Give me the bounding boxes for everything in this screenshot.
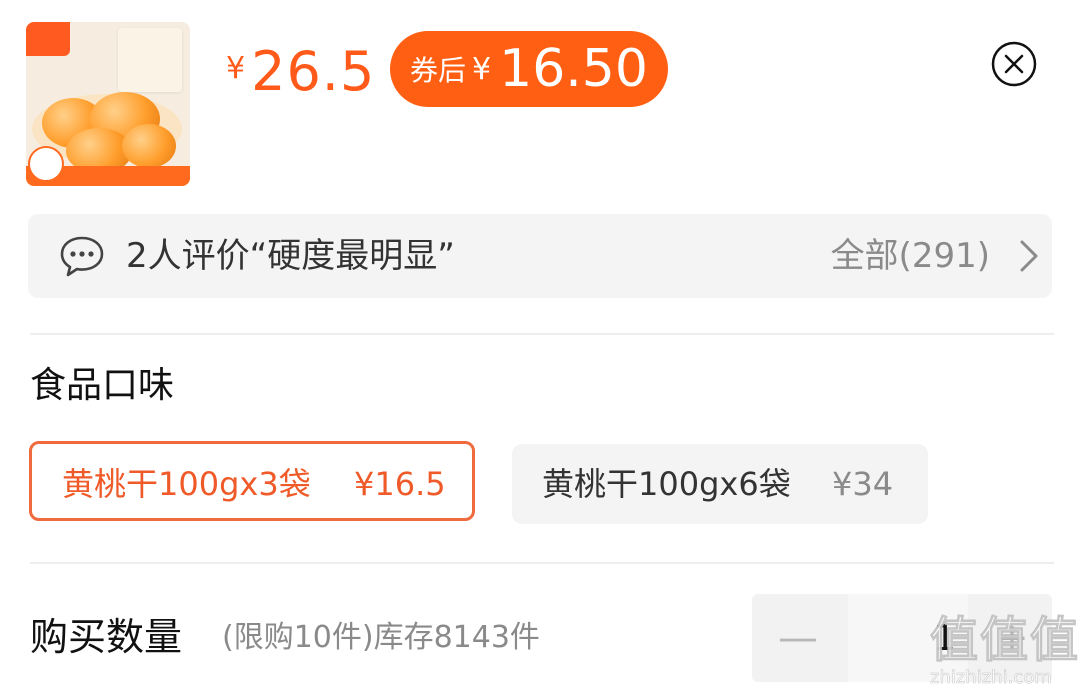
original-price-amount: 26.5 xyxy=(251,40,376,103)
review-highlight-text: 2人评价“硬度最明显” xyxy=(126,236,455,276)
close-circle-icon xyxy=(991,41,1037,87)
brand-tag xyxy=(26,22,70,56)
watermark-logo: 值值值 xyxy=(929,612,1080,669)
watermark-url: zhizhizhi.com xyxy=(930,667,1052,688)
quantity-limit-stock: (限购10件)库存8143件 xyxy=(222,620,540,655)
original-price: ¥26.5 xyxy=(226,40,375,103)
product-package xyxy=(118,28,182,92)
quantity-title: 购买数量 xyxy=(30,615,183,659)
speech-bubble-icon xyxy=(60,236,104,277)
coupon-label: 券后 xyxy=(410,54,467,87)
section-divider xyxy=(30,562,1054,564)
chevron-right-icon xyxy=(1020,240,1038,272)
apricot-slice xyxy=(122,124,176,168)
review-summary-bar[interactable]: 2人评价“硬度最明显” 全部(291) xyxy=(28,214,1052,298)
all-reviews-link[interactable]: 全部(291) xyxy=(831,234,990,278)
option-name: 黄桃干100gx6袋 xyxy=(542,465,791,503)
option-price: ¥16.5 xyxy=(354,465,446,503)
flavor-section-title: 食品口味 xyxy=(30,365,175,406)
product-thumbnail[interactable] xyxy=(26,22,190,186)
option-price: ¥34 xyxy=(832,465,894,503)
coupon-price-amount: 16.50 xyxy=(499,39,648,99)
coupon-currency-symbol: ¥ xyxy=(472,51,492,87)
currency-symbol: ¥ xyxy=(226,51,246,86)
decrease-quantity-button[interactable]: — xyxy=(752,594,844,682)
section-divider xyxy=(30,333,1054,335)
coupon-price-badge: 券后 ¥ 16.50 xyxy=(390,31,668,107)
price-badge xyxy=(28,146,64,182)
option-name: 黄桃干100gx3袋 xyxy=(62,465,311,503)
close-button[interactable] xyxy=(990,40,1038,88)
flavor-option-6-bags[interactable]: 黄桃干100gx6袋 ¥34 xyxy=(512,444,928,524)
flavor-option-3-bags[interactable]: 黄桃干100gx3袋 ¥16.5 xyxy=(29,441,475,521)
